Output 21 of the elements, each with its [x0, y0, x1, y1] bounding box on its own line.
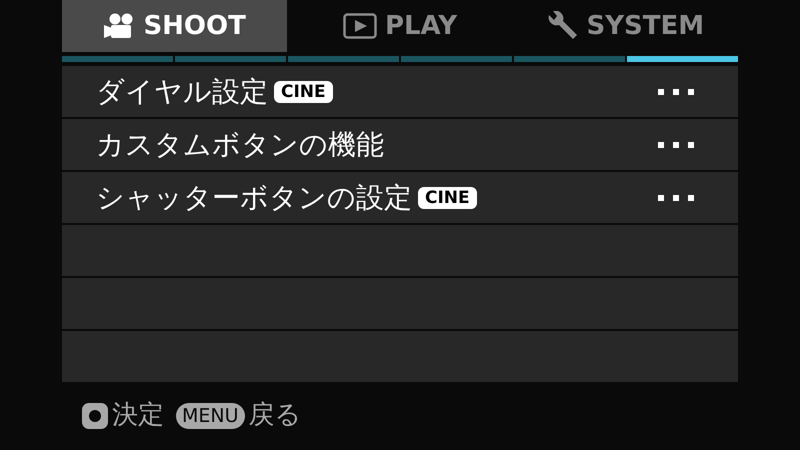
cine-tag: CINE — [418, 186, 477, 208]
item-label: ダイヤル設定 — [96, 74, 268, 110]
menu-item[interactable]: シャッターボタンの設定 CINE — [62, 172, 738, 223]
menu-item[interactable]: ダイヤル設定 CINE — [62, 66, 738, 117]
menu-tab[interactable]: SHOOT — [62, 0, 288, 52]
menu-item[interactable]: カスタムボタンの機能 — [62, 119, 738, 170]
more-icon — [658, 142, 694, 148]
play-icon — [342, 13, 377, 39]
hint-label: 戻る — [248, 399, 302, 432]
menu-tab[interactable]: SYSTEM — [512, 0, 738, 52]
item-label: シャッターボタンの設定 — [96, 180, 412, 216]
hint-label: 決定 — [112, 399, 164, 432]
movie-camera-icon — [103, 13, 136, 39]
wrench-icon — [546, 11, 578, 41]
menu-key-label: MENU — [176, 402, 245, 428]
button-icon — [82, 402, 108, 428]
cine-tag: CINE — [274, 80, 333, 102]
more-icon — [658, 88, 694, 94]
menu-tab[interactable]: PLAY — [287, 0, 513, 52]
more-icon — [658, 194, 694, 200]
item-label: カスタムボタンの機能 — [96, 126, 384, 162]
